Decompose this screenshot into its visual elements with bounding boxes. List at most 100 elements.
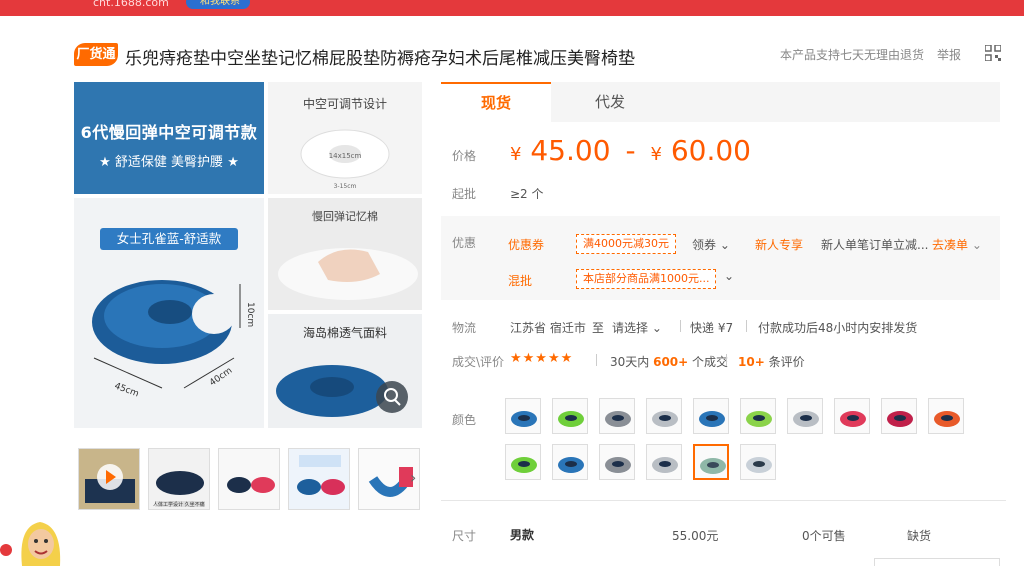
contact-us-button[interactable]: 和我联系 [186, 0, 250, 9]
factory-badge: 厂货通 [74, 43, 118, 66]
color-swatch[interactable] [505, 398, 541, 434]
foam-caption: 慢回弹记忆棉 [312, 210, 378, 223]
mesh-caption: 海岛棉透气面料 [302, 326, 387, 340]
destination-value: 请选择 [612, 321, 649, 335]
hollow-cushion-image: 14x15cm 3-15cm [300, 129, 390, 190]
site-domain[interactable]: cht.1688.com [93, 0, 169, 9]
dim-45: 45cm [113, 381, 140, 399]
chevron-down-icon[interactable]: ⌄ [724, 269, 734, 283]
destination-select[interactable]: 请选择 ⌄ [612, 319, 662, 336]
promotion-panel: 优惠 优惠券 满4000元减30元 领券 ⌄ 新人专享 新人单笔订单立减... … [441, 216, 1000, 300]
moq-value: ≥2 个 [510, 187, 544, 201]
go-add-items-button[interactable]: 去凑单 ⌄ [932, 236, 982, 253]
color-swatch[interactable] [740, 444, 776, 480]
chevron-right-icon[interactable]: › [410, 468, 416, 487]
new-user-tag: 新人专享 [755, 238, 804, 252]
ship-to-label: 至 [592, 321, 605, 335]
review-unit: 条评价 [768, 355, 805, 369]
color-swatch[interactable] [552, 444, 588, 480]
express-fee: 快递 ¥7 [690, 321, 734, 335]
sales-label: 成交\评价 [452, 355, 505, 369]
promo-label: 优惠 [452, 236, 477, 250]
color-swatch[interactable] [646, 398, 682, 434]
moq-label: 起批 [452, 187, 477, 201]
foam-hand-image [278, 248, 418, 300]
section-divider [441, 500, 1006, 501]
top-bar: cht.1688.com 和我联系 [0, 0, 1024, 16]
mix-batch-tag: 混批 [508, 274, 533, 288]
color-swatch[interactable] [505, 444, 541, 480]
size-stock: 0个可售 [802, 529, 846, 543]
tab-dropship[interactable]: 代发 [555, 82, 665, 122]
report-link[interactable]: 举报 [937, 46, 961, 63]
color-swatch[interactable] [552, 398, 588, 434]
color-swatch[interactable] [646, 444, 682, 480]
review-count[interactable]: 10+ 条评价 [738, 353, 805, 370]
gallery-mesh-fabric[interactable]: 海岛棉透气面料 [268, 314, 422, 428]
chevron-down-icon: ⌄ [719, 238, 730, 252]
thumbnail-2-label: 人体工学设计 久坐不痛 [153, 502, 205, 508]
banner-subline: ★ 舒适保健 美臀护腰 ★ [99, 155, 239, 170]
mix-batch-chip[interactable]: 本店部分商品满1000元... [576, 269, 717, 289]
shipping-time: 付款成功后48小时内安排发货 [758, 321, 918, 335]
thumbnail-3[interactable] [218, 448, 280, 510]
image-gallery: 6代慢回弹中空可调节款 ★ 舒适保健 美臀护腰 ★ 中空可调节设计 14x15c… [74, 82, 422, 428]
price-dash: - [625, 134, 636, 167]
thumbnail-strip: 人体工学设计 久坐不痛 [78, 448, 423, 510]
coupon-chip[interactable]: 满4000元减30元 [576, 234, 676, 254]
claim-coupon-label: 领券 [692, 238, 717, 252]
size-row: 尺寸 男款 55.00元 0个可售 缺货 [441, 522, 1006, 544]
thumbnail-video[interactable] [78, 448, 140, 510]
claim-coupon-button[interactable]: 领券 ⌄ [692, 236, 730, 253]
sales-period: 30天内 [610, 355, 650, 369]
qr-code-icon[interactable] [985, 45, 1001, 61]
color-swatch[interactable] [599, 398, 635, 434]
gallery-banner[interactable]: 6代慢回弹中空可调节款 ★ 舒适保健 美臀护腰 ★ [74, 82, 264, 194]
hollow-dim-2: 3-15cm [334, 183, 357, 190]
thumbnail-4[interactable] [288, 448, 350, 510]
price-min: 45.00 [530, 134, 611, 167]
dim-40: 40cm [208, 366, 234, 389]
currency-symbol-2: ¥ [650, 144, 662, 165]
currency-symbol: ¥ [510, 144, 522, 165]
sales-unit: 个成交 [692, 355, 729, 369]
rating-stars: ★★★★★ [510, 351, 574, 366]
banner-headline: 6代慢回弹中空可调节款 [80, 123, 258, 142]
gallery-main-product[interactable]: 女士孔雀蓝-舒适款 45cm 40cm 10cm [74, 198, 264, 428]
divider [726, 354, 727, 366]
product-title: 乐兜痔疮垫中空坐垫记忆棉屁股垫防褥疮孕妇术后尾椎减压美臀椅垫 [125, 49, 635, 69]
hollow-caption: 中空可调节设计 [302, 97, 387, 111]
size-label: 尺寸 [452, 529, 477, 543]
color-label: 颜色 [452, 413, 477, 427]
color-swatch[interactable] [693, 444, 729, 480]
purchase-tabs: 现货 代发 [441, 82, 1000, 122]
size-status: 缺货 [907, 529, 932, 543]
ship-origin: 江苏省 宿迁市 [510, 321, 586, 335]
tab-in-stock[interactable]: 现货 [441, 82, 551, 122]
sales-number: 600+ [653, 355, 689, 369]
chevron-down-icon: ⌄ [651, 321, 662, 335]
color-swatch[interactable] [693, 398, 729, 434]
gallery-memory-foam[interactable]: 慢回弹记忆棉 [268, 198, 422, 310]
thumbnail-2[interactable]: 人体工学设计 久坐不痛 [148, 448, 210, 510]
return-policy: 本产品支持七天无理由退货 [780, 48, 925, 62]
quantity-stepper[interactable] [874, 558, 1000, 566]
chevron-down-icon: ⌄ [971, 238, 982, 252]
price-label: 价格 [452, 149, 477, 163]
color-swatch[interactable] [787, 398, 823, 434]
gallery-hollow-design[interactable]: 中空可调节设计 14x15cm 3-15cm [268, 82, 422, 194]
sales-count: 30天内 600+ 个成交 [610, 353, 728, 370]
color-swatch[interactable] [599, 444, 635, 480]
size-price: 55.00元 [672, 529, 719, 543]
size-name: 男款 [510, 528, 535, 542]
divider [680, 320, 681, 332]
color-swatch[interactable] [740, 398, 776, 434]
go-add-items-label: 去凑单 [932, 238, 969, 252]
color-swatch[interactable] [928, 398, 964, 434]
review-number: 10+ [738, 355, 765, 369]
hollow-dim-1: 14x15cm [329, 152, 362, 160]
color-swatch[interactable] [881, 398, 917, 434]
dim-10: 10cm [245, 302, 255, 327]
color-swatch[interactable] [834, 398, 870, 434]
logistics-label: 物流 [452, 321, 477, 335]
